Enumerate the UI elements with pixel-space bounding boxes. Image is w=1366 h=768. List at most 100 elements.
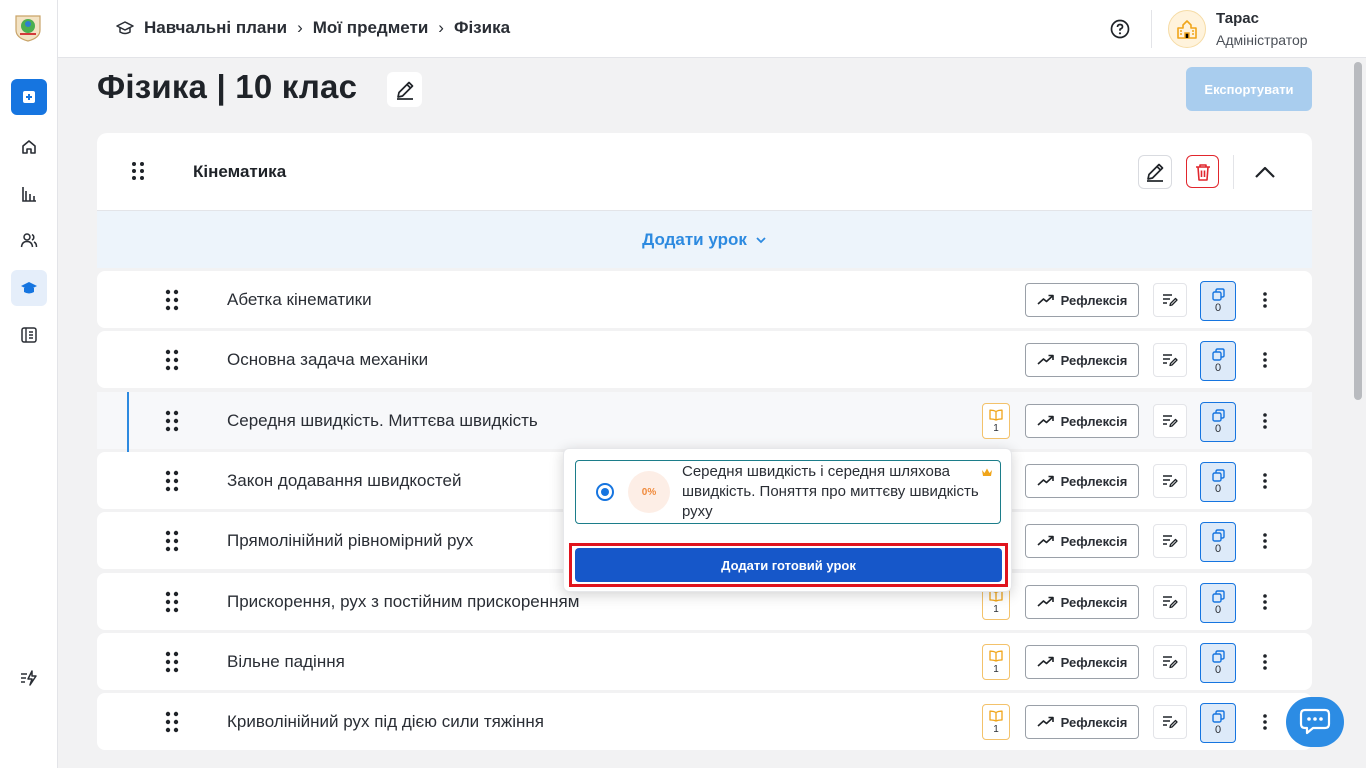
edit-list-icon [1163,596,1178,609]
lesson-row[interactable]: Середня швидкість. Миттєва швидкість 1 Р… [97,392,1312,452]
lesson-copies-button[interactable]: 0 [1200,583,1236,623]
lesson-notes-button[interactable] [1153,464,1187,498]
lesson-name: Основна задача механіки [227,350,429,369]
more-options-icon[interactable] [1255,530,1275,552]
lesson-copies-button[interactable]: 0 [1200,402,1236,442]
reflection-button[interactable]: Рефлексія [1025,343,1139,377]
lesson-copies-button[interactable]: 0 [1200,643,1236,683]
edit-module-button[interactable] [1138,155,1172,189]
lesson-notes-button[interactable] [1153,283,1187,317]
breadcrumb-separator-icon: › [297,18,303,37]
export-button[interactable]: Експортувати [1186,67,1312,111]
trash-icon [1195,163,1210,181]
reflection-button[interactable]: Рефлексія [1025,404,1139,438]
add-ready-lesson-button[interactable]: Додати готовий урок [575,548,1002,582]
lesson-notes-button[interactable] [1153,524,1187,558]
copies-count: 0 [1214,483,1222,495]
lesson-row[interactable]: Вільне падіння 1 Рефлексія 0 [97,633,1312,690]
drag-handle-icon[interactable] [165,711,179,733]
page-title: Фізика | 10 клас [97,68,358,105]
more-options-icon[interactable] [1255,410,1275,432]
lesson-materials-button[interactable]: 1 [982,403,1010,439]
reflection-button[interactable]: Рефлексія [1025,705,1139,739]
more-options-icon[interactable] [1255,591,1275,613]
copy-icon [1211,348,1225,361]
more-options-icon[interactable] [1255,651,1275,673]
reflection-label: Рефлексія [1060,413,1128,429]
lesson-notes-button[interactable] [1153,585,1187,619]
sidebar-item-curriculum[interactable] [11,270,47,306]
sidebar-item-journal[interactable] [11,317,47,353]
ready-lesson-option[interactable]: 0% Середня швидкість і середня шляхова ш… [575,460,1001,524]
lesson-copies-button[interactable]: 0 [1200,341,1236,381]
sidebar-item-users[interactable] [11,222,47,258]
edit-title-button[interactable] [387,72,422,107]
more-options-icon[interactable] [1255,289,1275,311]
sidebar-item-stats[interactable] [11,176,47,212]
reflection-button[interactable]: Рефлексія [1025,524,1139,558]
breadcrumb-curricula[interactable]: Навчальні плани [144,18,287,38]
sidebar-item-home[interactable] [11,129,47,165]
collapse-module-button[interactable] [1247,155,1283,189]
drag-handle-icon[interactable] [165,410,179,432]
reflection-button[interactable]: Рефлексія [1025,645,1139,679]
edit-list-icon [1163,656,1178,669]
lesson-materials-button[interactable]: 1 [982,704,1010,740]
reflection-button[interactable]: Рефлексія [1025,585,1139,619]
module-divider [1233,155,1234,189]
home-icon [22,140,36,154]
more-options-icon[interactable] [1255,470,1275,492]
copy-icon [1211,409,1225,422]
lesson-notes-button[interactable] [1153,343,1187,377]
lesson-notes-button[interactable] [1153,705,1187,739]
lesson-copies-button[interactable]: 0 [1200,281,1236,321]
open-book-icon [989,409,1003,421]
scrollbar[interactable] [1354,62,1362,400]
copies-count: 0 [1214,543,1222,555]
more-options-icon[interactable] [1255,349,1275,371]
reflection-button[interactable]: Рефлексія [1025,464,1139,498]
drag-handle-icon[interactable] [165,289,179,311]
lesson-materials-button[interactable]: 1 [982,644,1010,680]
create-plus-button[interactable] [11,79,47,115]
lesson-notes-button[interactable] [1153,404,1187,438]
lesson-copies-button[interactable]: 0 [1200,522,1236,562]
avatar[interactable] [1168,10,1206,48]
edit-list-icon [1163,535,1178,548]
drag-handle-icon[interactable] [165,470,179,492]
materials-count: 1 [993,603,999,615]
trending-up-icon [1037,354,1054,365]
reflection-label: Рефлексія [1060,594,1128,610]
sidebar-item-updates[interactable] [11,660,47,696]
lesson-row[interactable]: Абетка кінематики Рефлексія 0 [97,271,1312,328]
school-logo-icon[interactable] [14,12,42,42]
drag-handle-icon[interactable] [131,161,145,181]
help-icon[interactable] [1110,19,1130,39]
lesson-row[interactable]: Основна задача механіки Рефлексія 0 [97,331,1312,388]
drag-handle-icon[interactable] [165,651,179,673]
reflection-label: Рефлексія [1060,352,1128,368]
delete-module-button[interactable] [1186,155,1219,188]
chevron-up-icon [1255,166,1275,178]
reflection-button[interactable]: Рефлексія [1025,283,1139,317]
drag-handle-icon[interactable] [165,591,179,613]
more-options-icon[interactable] [1255,711,1275,733]
breadcrumb-my-subjects[interactable]: Мої предмети [313,18,429,38]
drag-handle-icon[interactable] [165,349,179,371]
lesson-row[interactable]: Криволінійний рух під дією сили тяжіння … [97,693,1312,750]
drag-handle-icon[interactable] [165,530,179,552]
lesson-copies-button[interactable]: 0 [1200,462,1236,502]
copy-icon [1211,529,1225,542]
add-lesson-button[interactable]: Додати урок [97,211,1312,268]
option-radio[interactable] [596,483,614,501]
chat-support-button[interactable] [1286,697,1344,747]
materials-count: 1 [993,663,999,675]
breadcrumb-separator-icon: › [438,18,444,37]
lesson-notes-button[interactable] [1153,645,1187,679]
trending-up-icon [1037,294,1054,305]
lesson-copies-button[interactable]: 0 [1200,703,1236,743]
edit-list-icon [1163,294,1178,307]
breadcrumb-physics[interactable]: Фізика [454,18,510,38]
pencil-icon [396,81,413,100]
user-name[interactable]: Тарас [1216,10,1259,27]
